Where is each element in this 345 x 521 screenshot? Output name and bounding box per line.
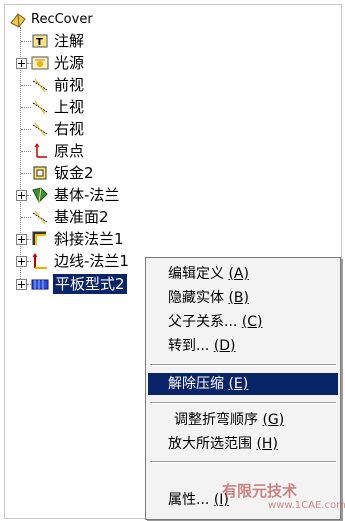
menu-item-goto[interactable]: 转到... (D) — [148, 335, 338, 357]
edge-flange-icon — [31, 252, 49, 270]
tree-item-label: 基体-法兰 — [54, 186, 120, 204]
tree-item-label: 上视 — [54, 98, 85, 116]
base-flange-icon — [31, 186, 49, 204]
menu-separator — [150, 364, 336, 366]
light-source-icon — [31, 54, 49, 72]
tree-item-annotations[interactable]: T 注解 — [5, 30, 305, 52]
tree-item-top-plane[interactable]: 上视 — [5, 96, 305, 118]
menu-separator — [150, 461, 336, 463]
watermark-url: www.1CAE.com — [268, 500, 345, 511]
menu-item-parent-child[interactable]: 父子关系... (C) — [148, 311, 338, 333]
expand-icon[interactable] — [16, 58, 27, 69]
menu-item-edit-definition[interactable]: 编辑定义 (A) — [148, 263, 338, 285]
tree-item-datum-plane[interactable]: 基准面2 — [5, 206, 305, 228]
plane-icon — [31, 76, 49, 94]
plane-icon — [31, 120, 49, 138]
tree-item-label: 钣金2 — [54, 164, 94, 182]
tree-item-label: 原点 — [54, 142, 85, 160]
miter-flange-icon — [31, 230, 49, 248]
tree-item-right-plane[interactable]: 右视 — [5, 118, 305, 140]
menu-item-zoom-to-selection[interactable]: 放大所选范围 (H) — [148, 433, 338, 455]
tree-root[interactable]: RecCover — [5, 9, 305, 31]
watermark-text: 有限元技术 — [222, 482, 298, 500]
menu-separator — [150, 402, 336, 404]
expand-icon[interactable] — [16, 256, 27, 267]
tree-item-label: 平板型式2 — [53, 274, 127, 294]
tree-item-label: 前视 — [54, 76, 85, 94]
feature-tree-panel: RecCover T 注解 光源 前视 上视 右视 原点 钣金2 基体-法兰 基… — [4, 4, 342, 520]
tree-root-label: RecCover — [31, 12, 93, 27]
tree-item-label: 光源 — [54, 54, 85, 72]
tree-item-lights[interactable]: 光源 — [5, 52, 305, 74]
tree-item-label: 基准面2 — [54, 208, 109, 226]
tree-item-front-plane[interactable]: 前视 — [5, 74, 305, 96]
tree-item-sheet-metal[interactable]: 钣金2 — [5, 162, 305, 184]
tree-item-base-flange[interactable]: 基体-法兰 — [5, 184, 305, 206]
expand-icon[interactable] — [16, 279, 27, 290]
tree-item-origin[interactable]: 原点 — [5, 140, 305, 162]
plane-icon — [31, 98, 49, 116]
expand-icon[interactable] — [16, 234, 27, 245]
menu-item-unsuppress[interactable]: 解除压缩 (E) — [148, 373, 338, 395]
tree-item-miter-flange[interactable]: 斜接法兰1 — [5, 228, 305, 250]
expand-icon[interactable] — [16, 190, 27, 201]
flat-pattern-icon — [31, 275, 49, 293]
tree-item-label: 注解 — [54, 32, 85, 50]
plane-icon — [31, 208, 49, 226]
origin-icon — [31, 142, 49, 160]
tree-item-label: 右视 — [54, 120, 85, 138]
menu-item-hide-body[interactable]: 隐藏实体 (B) — [148, 287, 338, 309]
part-icon — [9, 11, 27, 29]
tree-item-label: 边线-法兰1 — [54, 252, 129, 270]
menu-item-reorder-bends[interactable]: 调整折弯顺序 (G) — [148, 409, 338, 431]
tree-item-label: 斜接法兰1 — [54, 230, 124, 248]
annotation-icon: T — [31, 32, 49, 50]
sheet-metal-icon — [31, 164, 49, 182]
svg-text:T: T — [36, 37, 43, 48]
